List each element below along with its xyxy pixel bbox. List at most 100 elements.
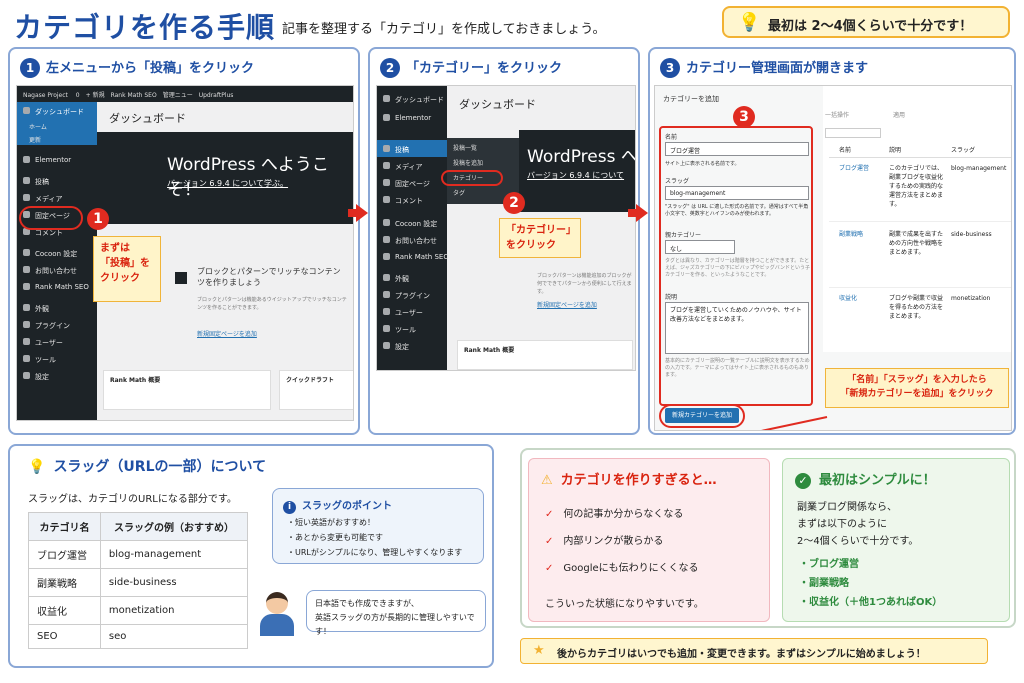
menu-appearance[interactable]: 外観 [17,299,97,316]
menu-plugins[interactable]: プラグイン [377,286,447,303]
apply-button[interactable]: 適用 [893,110,905,119]
warn-title: カテゴリを作りすぎると… [560,473,717,488]
menu-posts[interactable]: 投稿 [377,140,447,157]
step2-callout: 「カテゴリー」 をクリック [499,218,581,258]
menu-tools[interactable]: ツール [377,320,447,337]
menu-comments[interactable]: コメント [377,191,447,208]
callout-line: 「カテゴリー」 [506,225,576,236]
check-circle-icon: ✓ [795,473,811,489]
name-label: 名前 [665,134,678,141]
menu-tools[interactable]: ツール [17,350,97,367]
block-desc: ブロックとパターンは機能あるウイジットアップでリッチなコンテンツを作ることができ… [197,297,347,311]
step2-panel: 2 「カテゴリー」をクリック ダッシュボード Elementor 投稿 メディア … [368,47,640,435]
desc-textarea[interactable]: ブログを運営していくためのノウハウや、サイト改善方法などをまとめます。 [665,302,809,354]
row-name[interactable]: 収益化 [839,294,857,303]
slug-title: スラッグ（URLの一部）について [53,459,267,475]
slug-table: カテゴリ名 スラッグの例（おすすめ） ブログ運営 blog-management 副… [28,512,249,649]
speech-line: 日本語でも作成できますが、 [315,599,419,608]
simple-text: 副業戦略 [809,578,849,589]
cell: SEO [28,624,101,649]
step1-screenshot: Nagase Project 0 + 新規 Rank Math SEO 管理ニュ… [16,85,354,421]
name-input[interactable]: ブログ運営 [665,142,809,156]
bulk-select[interactable] [825,128,881,138]
simple-text: ブログ運営 [809,559,859,570]
slug-input[interactable]: blog-management [665,186,809,200]
add-category-title: カテゴリーを追加 [663,95,719,103]
new-page-link[interactable]: 新規固定ページを追加 [197,329,257,338]
category-highlight [441,170,503,186]
row-name[interactable]: 副業戦略 [839,230,863,239]
menu-contact[interactable]: お問い合わせ [17,261,97,278]
flyout-all-posts[interactable]: 投稿一覧 [453,141,513,156]
col-desc: 説明 [889,147,902,154]
menu-dashboard[interactable]: ダッシュボード [377,90,447,107]
version-link[interactable]: バージョン 6.9.4 について [527,170,624,181]
table-row: 副業戦略 side-business [28,568,249,597]
row-name[interactable]: ブログ運営 [839,164,869,173]
posts-highlight [19,206,83,230]
category-list: 一括操作 適用 名前 説明 スラッグ ブログ運営 このカテゴリでは、副業ブログを… [823,86,1011,352]
check-icon: ✓ [545,536,554,547]
warn-footer: こういった状態になりやすいです。 [545,599,704,610]
check-icon: ✓ [545,509,554,520]
flow-arrow-icon [628,204,648,222]
parent-label: 親カテゴリー [665,232,702,239]
avatar-body [260,614,294,636]
cell: blog-management [99,540,249,569]
simple-list: ・ブログ運営 ・副業戦略 ・収益化（＋他1つあればOK） [799,555,942,612]
menu-posts[interactable]: 投稿 [17,172,97,189]
menu-users[interactable]: ユーザー [17,333,97,350]
row-desc: 副業で成果を出すための方向性や戦略をまとめます。 [889,231,944,256]
points-heading: i スラッグのポイント [283,497,392,514]
avatar [258,592,296,636]
menu-media[interactable]: メディア [377,157,447,174]
step2-heading: 2 「カテゴリー」をクリック [380,57,562,78]
tip-text: 最初は 2〜4個くらいで十分です！ [768,19,973,34]
desc-label: 説明 [665,294,678,301]
page-subtitle: 記事を整理する「カテゴリ」を作成しておきましょう。 [282,22,606,37]
cell: side-business [99,568,249,597]
menu-appearance[interactable]: 外観 [377,269,447,286]
bulk-actions[interactable]: 一括操作 [825,110,849,119]
menu-media[interactable]: メディア [17,189,97,206]
menu-updates[interactable]: 更新 [17,132,97,145]
edit-icon [175,272,187,284]
menu-settings[interactable]: 設定 [17,367,97,384]
menu-home[interactable]: ホーム [17,119,97,132]
menu-settings[interactable]: 設定 [377,337,447,354]
menu-cocoon[interactable]: Cocoon 設定 [377,214,447,231]
flyout-add-post[interactable]: 投稿を追加 [453,156,513,171]
marker-1: 1 [87,208,109,230]
menu-plugins[interactable]: プラグイン [17,316,97,333]
menu-cocoon[interactable]: Cocoon 設定 [17,244,97,261]
menu-pages[interactable]: 固定ページ [377,174,447,191]
list-item: ・URLがシンプルになり、管理しやすくなります [287,548,463,557]
version-link[interactable]: バージョン 6.9.4 について学ぶ。 [167,178,288,189]
step2-title: 「カテゴリー」をクリック [406,61,563,76]
add-category-button[interactable]: 新規カテゴリーを追加 [665,408,739,423]
parent-select[interactable]: なし [665,240,735,254]
menu-elementor[interactable]: Elementor [377,109,447,126]
menu-users[interactable]: ユーザー [377,303,447,320]
menu-rankmath[interactable]: Rank Math SEO [377,248,449,265]
list-item: ・収益化（＋他1つあればOK） [799,597,943,608]
lead-line: 副業ブログ関係なら、 [797,502,897,513]
tip-banner: 💡 最初は 2〜4個くらいで十分です！ [722,6,1010,38]
callout-line: 「名前」「スラッグ」を入力したら [847,375,987,385]
warn-heading: ⚠ カテゴリを作りすぎると… [541,469,717,488]
dashboard-heading: ダッシュボード [109,112,186,125]
simple-heading: ✓ 最初はシンプルに！ [795,469,936,489]
row-desc: ブログや副業で収益を得るための方法をまとめます。 [889,295,944,320]
menu-dashboard[interactable]: ダッシュボード [17,102,97,119]
col-name: 名前 [839,147,852,154]
menu-elementor[interactable]: Elementor [17,151,97,168]
callout-line: クリック [100,273,140,284]
menu-rankmath[interactable]: Rank Math SEO [17,278,97,295]
step3-panel: 3 カテゴリー管理画面が開きます カテゴリーを追加 3 名前 ブログ運営 サイト上… [648,47,1016,435]
warn-text: 内部リンクが散らかる [563,536,664,547]
menu-contact[interactable]: お問い合わせ [377,231,447,248]
check-icon: ✓ [545,563,554,574]
new-page-link[interactable]: 新規固定ページを追加 [537,300,597,309]
step3-callout: 「名前」「スラッグ」を入力したら 「新規カテゴリーを追加」をクリック [825,368,1009,408]
page-title: カテゴリを作る手順 [14,11,276,44]
